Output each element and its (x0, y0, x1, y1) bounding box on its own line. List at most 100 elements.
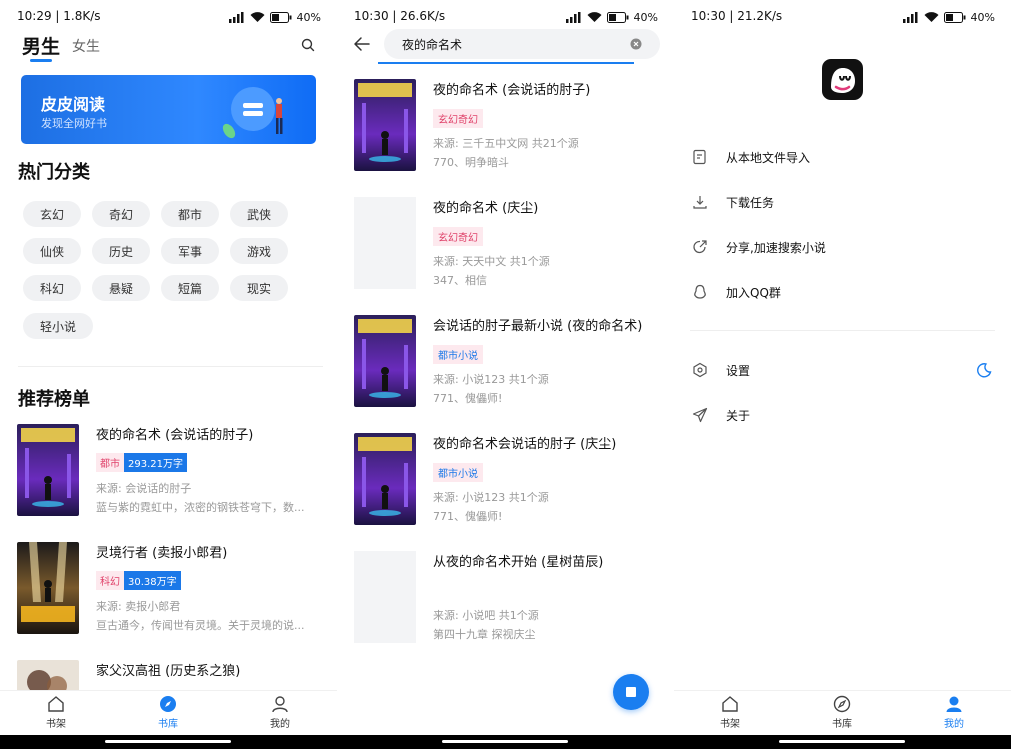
battery-percent: 40% (296, 10, 321, 24)
home-indicator[interactable] (105, 740, 231, 743)
menu-import-local[interactable]: 从本地文件导入 (692, 145, 992, 169)
bookshelf-icon (722, 696, 738, 712)
book-tags: 都市 293.21万字 (96, 453, 187, 472)
category-chip[interactable]: 仙侠 (23, 238, 81, 264)
search-icon[interactable] (300, 37, 316, 53)
battery-percent: 40% (633, 10, 658, 24)
category-chip[interactable]: 游戏 (230, 238, 288, 264)
category-tag: 玄幻奇幻 (433, 109, 483, 128)
stop-search-button[interactable] (613, 674, 649, 710)
latest-chapter: 347、相信 (433, 274, 487, 287)
home-indicator[interactable] (779, 740, 905, 743)
home-indicator[interactable] (442, 740, 568, 743)
menu-settings[interactable]: 设置 (692, 358, 992, 382)
book-source: 来源: 小说123 共1个源 (433, 373, 549, 386)
gesture-bar (0, 735, 337, 749)
search-screen: 10:30 | 26.6K/s 40% 夜的命名术 夜的命名术 (会说话的肘子)… (337, 0, 674, 749)
category-chip[interactable]: 都市 (161, 201, 219, 227)
wifi-icon (924, 11, 939, 22)
menu-about[interactable]: 关于 (692, 403, 992, 427)
back-arrow-icon[interactable] (353, 36, 371, 52)
hot-categories-title: 热门分类 (18, 162, 90, 183)
category-chip[interactable]: 武侠 (230, 201, 288, 227)
category-tag: 都市 (96, 453, 124, 472)
nav-mine[interactable]: 我的 (924, 695, 984, 733)
bottom-nav: 书架 书库 我的 (0, 690, 337, 735)
category-chip[interactable]: 悬疑 (92, 275, 150, 301)
book-description: 蓝与紫的霓虹中，浓密的钢铁苍穹下，数... (96, 501, 305, 514)
tab-boy[interactable]: 男生 (22, 32, 60, 59)
status-bar: 10:29 | 1.8K/s 40% (0, 0, 337, 32)
send-icon (692, 407, 708, 423)
status-bar: 10:30 | 21.2K/s 40% (674, 0, 1011, 32)
menu-join-qq[interactable]: 加入QQ群 (692, 280, 992, 304)
book-tags: 科幻 30.38万字 (96, 571, 181, 590)
list-item[interactable]: 灵境行者 (卖报小郎君) 科幻 30.38万字 来源: 卖报小郎君 亘古通今，传… (17, 542, 327, 636)
list-item[interactable]: 夜的命名术 (会说话的肘子) 玄幻奇幻 来源: 三千五中文网 共21个源 770… (354, 79, 664, 173)
library-screen: 10:29 | 1.8K/s 40% 男生 女生 皮皮阅读 发现全网好书 热门分… (0, 0, 337, 749)
category-chip[interactable]: 科幻 (23, 275, 81, 301)
book-title: 灵境行者 (卖报小郎君) (96, 546, 228, 561)
search-query: 夜的命名术 (402, 38, 463, 52)
recommended-list-title: 推荐榜单 (18, 389, 90, 410)
download-icon (693, 196, 707, 209)
battery-icon (943, 11, 966, 23)
book-title: 会说话的肘子最新小说 (夜的命名术) (433, 319, 643, 334)
book-source: 来源: 天天中文 共1个源 (433, 255, 550, 268)
book-description: 亘古通今，传闻世有灵境。关于灵境的说... (96, 619, 305, 632)
gesture-bar (337, 735, 674, 749)
status-time: 10:30 | 21.2K/s (691, 9, 783, 23)
compass-icon (160, 696, 176, 712)
nav-library[interactable]: 书库 (138, 695, 198, 733)
nav-shelf[interactable]: 书架 (700, 695, 760, 733)
share-icon (693, 240, 707, 254)
nav-library[interactable]: 书库 (812, 695, 872, 733)
book-source: 来源: 卖报小郎君 (96, 600, 181, 613)
category-chip[interactable]: 历史 (92, 238, 150, 264)
book-title: 夜的命名术 (庆尘) (433, 201, 539, 216)
book-source: 来源: 三千五中文网 共21个源 (433, 137, 579, 150)
banner-illustration (222, 87, 283, 139)
list-item[interactable]: 会说话的肘子最新小说 (夜的命名术) 都市小说 来源: 小说123 共1个源 7… (354, 315, 664, 409)
list-item[interactable]: 夜的命名术会说话的肘子 (庆尘) 都市小说 来源: 小说123 共1个源 771… (354, 433, 664, 527)
mine-screen: 10:30 | 21.2K/s 40% 从本地文件导入 下载任务 分享,加速搜索… (674, 0, 1011, 749)
bottom-nav: 书架 书库 我的 (674, 690, 1011, 735)
gesture-bar (674, 735, 1011, 749)
nav-label: 书库 (158, 719, 178, 730)
book-title: 从夜的命名术开始 (星树苗辰) (433, 555, 604, 570)
tab-girl[interactable]: 女生 (72, 36, 100, 56)
nav-shelf[interactable]: 书架 (26, 695, 86, 733)
category-chip[interactable]: 军事 (161, 238, 219, 264)
category-chip[interactable]: 奇幻 (92, 201, 150, 227)
search-underline (378, 62, 634, 64)
status-bar: 10:30 | 26.6K/s 40% (337, 0, 674, 32)
menu-download-tasks[interactable]: 下载任务 (692, 190, 992, 214)
tab-indicator (30, 59, 52, 62)
banner-subtitle: 发现全网好书 (41, 117, 107, 130)
promo-banner[interactable]: 皮皮阅读 发现全网好书 (21, 75, 316, 144)
wifi-icon (587, 11, 602, 22)
nav-label: 书库 (832, 719, 852, 730)
status-icons: 40% (228, 10, 321, 24)
category-chip[interactable]: 现实 (230, 275, 288, 301)
menu-share[interactable]: 分享,加速搜索小说 (692, 235, 992, 259)
night-mode-icon[interactable] (976, 362, 992, 378)
nav-mine[interactable]: 我的 (250, 695, 310, 733)
category-chip[interactable]: 玄幻 (23, 201, 81, 227)
battery-icon (269, 11, 292, 23)
profile-icon (946, 696, 962, 712)
list-item[interactable]: 夜的命名术 (庆尘) 玄幻奇幻 来源: 天天中文 共1个源 347、相信 (354, 197, 664, 291)
category-chip[interactable]: 轻小说 (23, 313, 93, 339)
list-item[interactable]: 夜的命名术 (会说话的肘子) 都市 293.21万字 来源: 会说话的肘子 蓝与… (17, 424, 327, 518)
clear-icon[interactable] (630, 38, 642, 50)
search-input[interactable]: 夜的命名术 (384, 29, 660, 59)
divider (690, 330, 995, 331)
book-cover (354, 315, 416, 407)
signal-icon (228, 11, 244, 23)
book-title: 夜的命名术 (会说话的肘子) (433, 83, 591, 98)
category-chip[interactable]: 短篇 (161, 275, 219, 301)
list-item[interactable]: 家父汉高祖 (历史系之狼) (17, 660, 327, 690)
menu-label: 设置 (726, 364, 751, 378)
list-item[interactable]: 从夜的命名术开始 (星树苗辰) 来源: 小说吧 共1个源 第四十九章 探视庆尘 (354, 551, 664, 645)
profile-icon (272, 696, 288, 713)
